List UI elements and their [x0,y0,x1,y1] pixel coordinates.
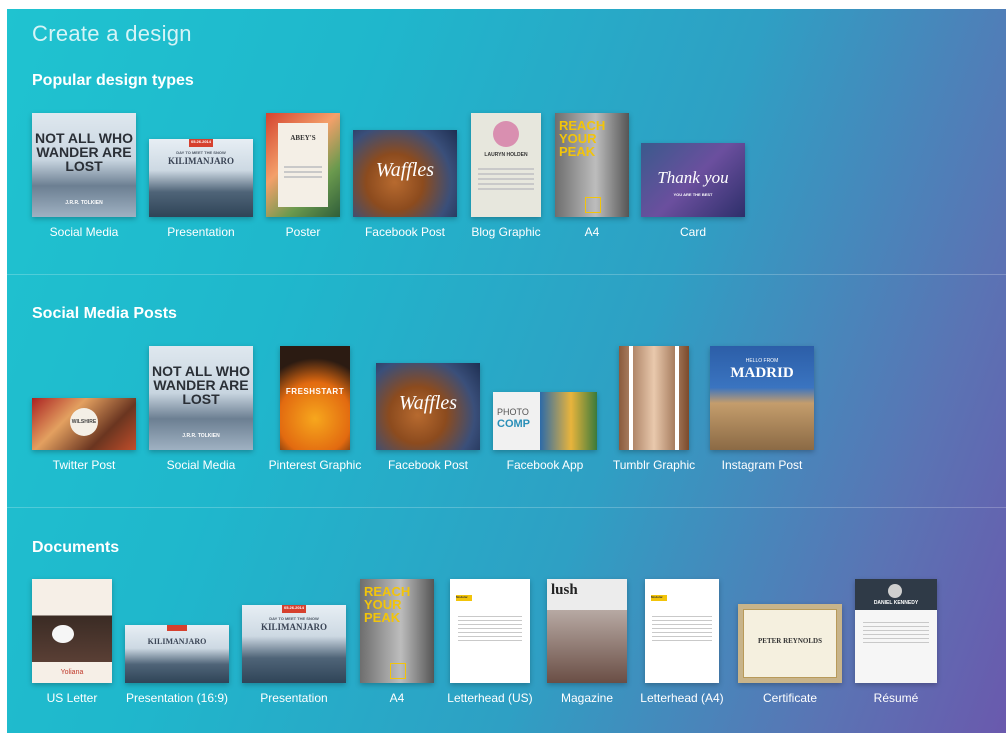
thumbnail-pinterest-graphic: FRESHSTART [280,346,350,450]
thumbnail-blog-graphic: LAURYN HOLDEN [471,113,541,217]
design-card-label: Résumé [873,691,919,705]
thumbnail-facebook-post: Waffles [353,130,457,217]
thumbnail-presentation-16-9: KILIMANJARO [125,625,229,683]
thumbnail-a4: REACH YOUR PEAK [360,579,434,683]
design-card-label: Instagram Post [721,458,803,472]
page-title: Create a design [32,21,192,46]
thumbnail-facebook-app: PHOTO COMP [493,392,597,450]
thumbnail-card: Thank you YOU ARE THE BEST [641,143,745,217]
thumbnail-presentation: 05.26.2014 DAY TO MEET THE SNOW KILIMANJ… [149,139,253,217]
thumbnail-letterhead-us: Modular [450,579,530,683]
thumbnail-twitter-post: WILSHIRE [32,398,136,450]
section-title-documents: Documents [32,539,120,556]
thumbnail-a4: REACH YOUR PEAK [555,113,629,217]
thumbnail-poster: ABEY'S [266,113,340,217]
thumbnail-certificate: PETER REYNOLDS [738,604,842,683]
thumbnail-instagram-post: HELLO FROM MADRID [710,346,814,450]
thumbnail-us-letter: Yoliana [32,579,112,683]
thumbnail-social-media: NOT ALL WHO WANDER ARE LOST J.R.R. TOLKI… [32,113,136,217]
section-divider [7,507,1006,508]
section-title-social-media-posts: Social Media Posts [32,305,177,322]
thumbnail-letterhead-a4: Modular [645,579,719,683]
section-title-popular: Popular design types [32,72,194,89]
thumbnail-facebook-post: Waffles [376,363,480,450]
section-divider [7,274,1006,275]
design-panel: Create a design Popular design types NOT… [7,9,1006,733]
thumbnail-presentation: 05.26.2014 DAY TO MEET THE SNOW KILIMANJ… [242,605,346,683]
design-card-label: Card [679,225,706,239]
thumbnail-tumblr-graphic [619,346,689,450]
thumbnail-magazine: lush [547,579,627,683]
thumbnail-resume: DANIEL KENNEDY [855,579,937,683]
thumbnail-social-media: NOT ALL WHO WANDER ARE LOST J.R.R. TOLKI… [149,346,253,450]
